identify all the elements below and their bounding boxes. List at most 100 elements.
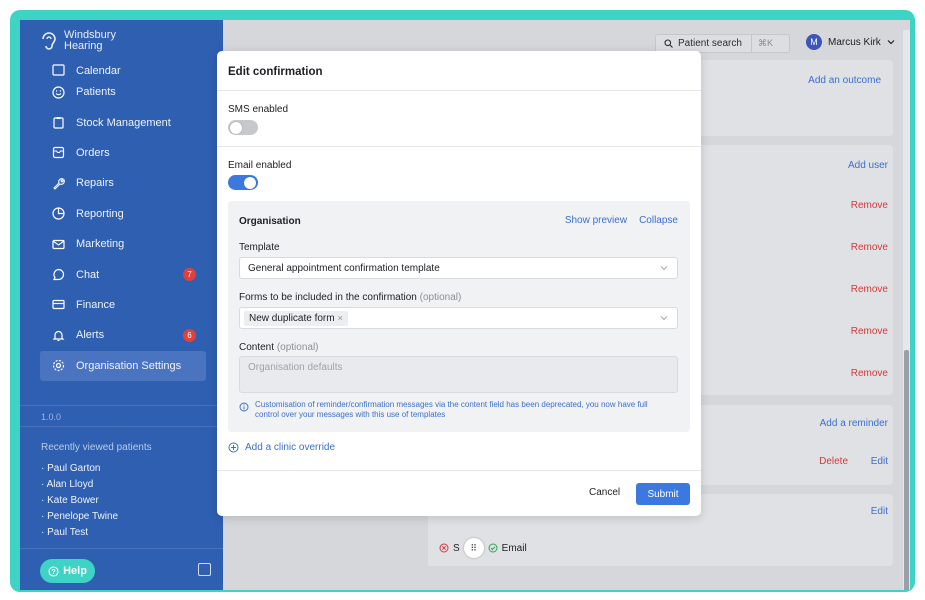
user-name: Marcus Kirk (828, 36, 881, 48)
sidebar-item-label: Stock Management (76, 116, 171, 129)
sidebar-item-label: Calendar (76, 65, 121, 77)
chat-count-badge: 7 (183, 268, 196, 282)
sms-enabled-toggle[interactable] (228, 120, 258, 135)
submit-button[interactable]: Submit (636, 483, 690, 505)
brand-logo[interactable]: Windsbury Hearing (40, 30, 116, 52)
sidebar-item-orders[interactable]: Orders (40, 138, 206, 168)
sidebar-item-organisation-settings[interactable]: Organisation Settings (40, 350, 206, 381)
help-button[interactable]: ? Help (40, 559, 95, 583)
sidebar-item-label: Orders (76, 146, 110, 159)
sidebar-item-repairs[interactable]: Repairs (40, 168, 206, 198)
dialog-title: Edit confirmation (228, 66, 323, 78)
forms-multiselect[interactable]: New duplicate form × (239, 307, 678, 329)
smile-icon (50, 84, 66, 100)
sidebar-item-label: Chat (76, 268, 100, 281)
organisation-section: Organisation Show preview Collapse Templ… (228, 201, 690, 432)
deprecation-notice: Customisation of reminder/confirmation m… (239, 400, 659, 420)
sidebar-nav: Calendar Patients Stock Management Order… (40, 63, 206, 381)
sidebar-item-reporting[interactable]: Reporting (40, 199, 206, 229)
edit-reminder-link[interactable]: Edit (871, 456, 888, 467)
info-icon (239, 402, 249, 412)
search-icon (664, 39, 673, 48)
sms-channel-label: S (453, 542, 460, 554)
sidebar-divider (20, 548, 223, 549)
add-clinic-override-label: Add a clinic override (245, 442, 336, 453)
ear-icon (42, 32, 56, 50)
optional-hint: (optional) (419, 292, 462, 303)
email-enabled-toggle[interactable] (228, 175, 258, 190)
collapse-sidebar-icon[interactable] (198, 563, 211, 576)
edit-confirmation-link[interactable]: Edit (871, 506, 888, 517)
forms-label: Forms to be included in the confirmation… (239, 292, 462, 303)
sidebar-item-label: Marketing (76, 238, 125, 251)
divider (217, 470, 701, 471)
sidebar-item-label: Patients (76, 86, 116, 99)
calendar-icon (50, 63, 66, 77)
sidebar-item-label: Finance (76, 298, 116, 311)
form-chip: New duplicate form × (244, 310, 348, 326)
recent-patient-link[interactable]: · Paul Garton (41, 461, 118, 477)
cancel-button[interactable]: Cancel (589, 487, 620, 498)
template-label: Template (239, 242, 280, 253)
patient-search-label: Patient search (678, 38, 742, 49)
template-value: General appointment confirmation templat… (248, 262, 440, 274)
sidebar-item-marketing[interactable]: Marketing (40, 229, 206, 259)
sidebar-item-alerts[interactable]: Alerts 6 (40, 320, 206, 350)
sidebar-item-label: Alerts (76, 329, 105, 342)
add-clinic-override-button[interactable]: Add a clinic override (228, 442, 335, 453)
recent-patients-title: Recently viewed patients (41, 442, 152, 453)
sidebar-item-label: Organisation Settings (76, 359, 182, 372)
remove-user-link[interactable]: Remove (851, 200, 888, 211)
user-menu[interactable]: M Marcus Kirk (806, 34, 895, 50)
pie-chart-icon (50, 206, 66, 222)
organisation-title: Organisation (239, 216, 301, 227)
form-chip-label: New duplicate form (249, 312, 335, 324)
gear-icon (50, 358, 66, 374)
deprecation-text: Customisation of reminder/confirmation m… (255, 400, 648, 419)
check-circle-icon (488, 543, 498, 553)
content-textarea[interactable]: Organisation defaults (239, 356, 678, 393)
remove-user-link[interactable]: Remove (851, 242, 888, 253)
sidebar: Windsbury Hearing Calendar Patients Stoc… (20, 20, 223, 590)
recent-patient-link[interactable]: · Alan Lloyd (41, 477, 118, 493)
mail-icon (50, 236, 66, 252)
content-label: Content (optional) (239, 342, 319, 353)
add-reminder-link[interactable]: Add a reminder (820, 418, 888, 429)
remove-user-link[interactable]: Remove (851, 326, 888, 337)
recent-patient-link[interactable]: · Paul Test (41, 525, 118, 541)
delete-reminder-link[interactable]: Delete (819, 456, 848, 467)
help-icon: ? (48, 565, 59, 577)
sidebar-divider (20, 426, 223, 427)
edit-confirmation-dialog: Edit confirmation SMS enabled Email enab… (217, 51, 701, 516)
add-outcome-link[interactable]: Add an outcome (808, 75, 881, 86)
recent-patient-link[interactable]: · Penelope Twine (41, 509, 118, 525)
sidebar-item-chat[interactable]: Chat 7 (40, 259, 206, 289)
sidebar-item-calendar[interactable]: Calendar (40, 63, 206, 77)
sidebar-item-stock-management[interactable]: Stock Management (40, 107, 206, 137)
optional-hint: (optional) (276, 342, 319, 353)
email-channel-label: Email (501, 542, 527, 554)
add-user-link[interactable]: Add user (848, 160, 888, 171)
chevron-down-icon (887, 40, 895, 45)
collapse-link[interactable]: Collapse (639, 215, 678, 226)
divider (217, 90, 701, 91)
sms-enabled-label: SMS enabled (228, 104, 289, 115)
inbox-icon (50, 145, 66, 161)
drag-handle-icon[interactable]: ⠿ (463, 538, 484, 558)
remove-user-link[interactable]: Remove (851, 284, 888, 295)
sidebar-item-finance[interactable]: Finance (40, 290, 206, 320)
sidebar-item-patients[interactable]: Patients (40, 77, 206, 107)
remove-user-link[interactable]: Remove (851, 368, 888, 379)
content-placeholder: Organisation defaults (248, 362, 343, 373)
show-preview-link[interactable]: Show preview (565, 215, 627, 226)
template-select[interactable]: General appointment confirmation templat… (239, 257, 678, 279)
divider (217, 146, 701, 147)
wrench-icon (50, 175, 66, 191)
search-shortcut: ⌘K (750, 34, 773, 53)
recent-patient-link[interactable]: · Kate Bower (41, 493, 118, 509)
bell-icon (50, 327, 66, 343)
plus-circle-icon (228, 442, 239, 453)
help-label: Help (63, 565, 87, 577)
remove-chip-icon[interactable]: × (338, 313, 343, 323)
page-scrollbar-thumb[interactable] (904, 350, 909, 590)
